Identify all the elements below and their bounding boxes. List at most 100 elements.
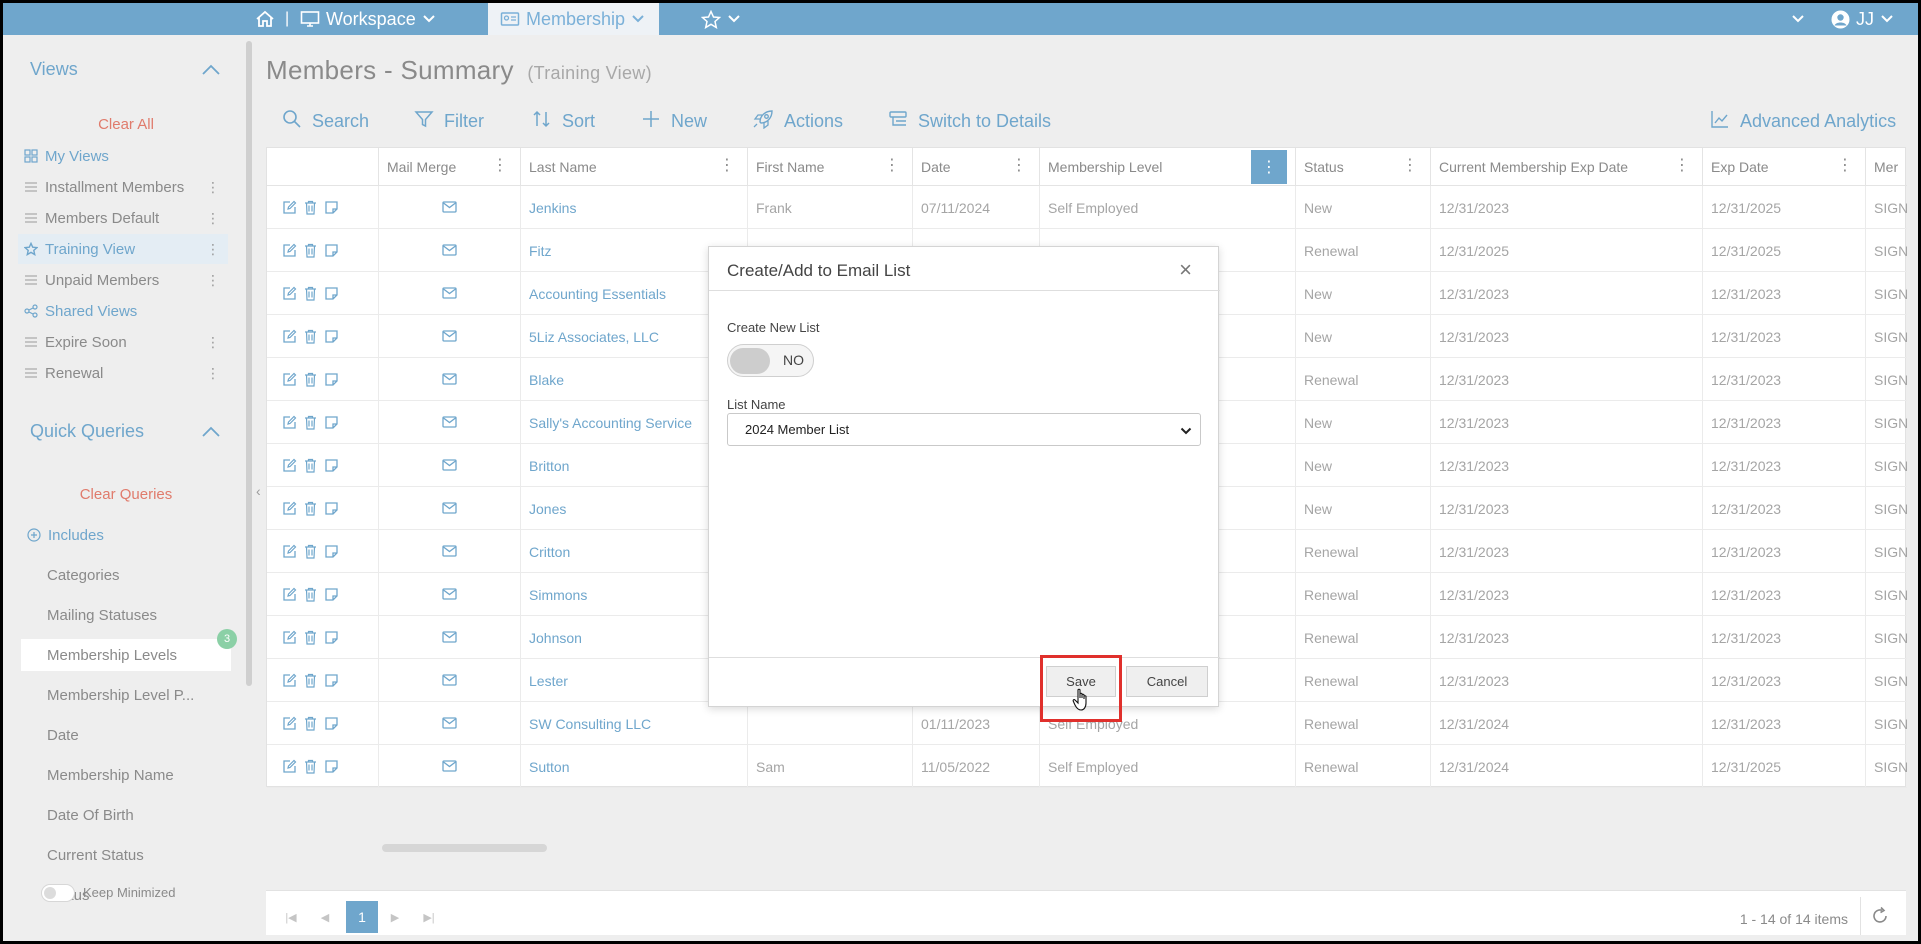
kebab-menu-icon[interactable]: ⋮	[492, 157, 508, 175]
new-button[interactable]: New	[641, 109, 707, 134]
trash-icon[interactable]	[302, 758, 319, 775]
trash-icon[interactable]	[302, 543, 319, 560]
query-item-date[interactable]: Date	[21, 719, 231, 751]
query-item-membership-level-p[interactable]: Membership Level P...	[21, 679, 231, 711]
note-icon[interactable]	[323, 586, 340, 603]
edit-icon[interactable]	[281, 285, 298, 302]
refresh-icon[interactable]	[1860, 897, 1898, 935]
views-heading[interactable]: Views	[30, 59, 78, 80]
envelope-icon[interactable]	[442, 501, 457, 517]
table-row[interactable]: Sutton Sam 11/05/2022 Self Employed Renewal 1…	[267, 745, 1907, 788]
column-header-current-membership-exp-date[interactable]: Current Membership Exp Date ⋮	[1431, 148, 1703, 186]
trash-icon[interactable]	[302, 586, 319, 603]
edit-icon[interactable]	[281, 629, 298, 646]
view-item-shared-views[interactable]: Shared Views	[18, 296, 228, 326]
note-icon[interactable]	[323, 457, 340, 474]
advanced-analytics-button[interactable]: Advanced Analytics	[1710, 109, 1896, 134]
note-icon[interactable]	[323, 371, 340, 388]
kebab-menu-icon[interactable]: ⋮	[206, 241, 220, 257]
kebab-menu-icon[interactable]: ⋮	[1011, 157, 1027, 175]
trash-icon[interactable]	[302, 199, 319, 216]
column-header-exp-date[interactable]: Exp Date ⋮	[1703, 148, 1866, 186]
note-icon[interactable]	[323, 758, 340, 775]
view-item-renewal[interactable]: Renewal ⋮	[18, 358, 228, 388]
note-icon[interactable]	[323, 629, 340, 646]
chevron-up-icon[interactable]	[201, 425, 221, 439]
edit-icon[interactable]	[281, 242, 298, 259]
clear-all-link[interactable]: Clear All	[3, 116, 249, 133]
envelope-icon[interactable]	[442, 630, 457, 646]
sort-button[interactable]: Sort	[532, 109, 595, 134]
workspace-menu[interactable]: Workspace	[300, 3, 436, 35]
kebab-menu-icon[interactable]: ⋮	[1402, 157, 1418, 175]
next-page-icon[interactable]: ▶	[379, 901, 411, 933]
edit-icon[interactable]	[281, 414, 298, 431]
note-icon[interactable]	[323, 199, 340, 216]
envelope-icon[interactable]	[442, 372, 457, 388]
query-item-categories[interactable]: Categories	[21, 559, 231, 591]
envelope-icon[interactable]	[442, 458, 457, 474]
table-row[interactable]: Jenkins Frank 07/11/2024 Self Employed New 12…	[267, 186, 1907, 229]
note-icon[interactable]	[323, 242, 340, 259]
envelope-icon[interactable]	[442, 329, 457, 345]
favorites-menu[interactable]	[701, 3, 741, 35]
column-header-membership-level[interactable]: Membership Level ⋮	[1040, 148, 1296, 186]
last-name-cell[interactable]: Jenkins	[521, 186, 748, 229]
last-page-icon[interactable]: ▶|	[413, 901, 445, 933]
switch-to-details-button[interactable]: Switch to Details	[888, 109, 1051, 134]
note-icon[interactable]	[323, 672, 340, 689]
edit-icon[interactable]	[281, 715, 298, 732]
chevron-up-icon[interactable]	[201, 63, 221, 77]
trash-icon[interactable]	[302, 414, 319, 431]
kebab-menu-icon[interactable]: ⋮	[1674, 157, 1690, 175]
kebab-menu-icon[interactable]: ⋮	[1837, 157, 1853, 175]
envelope-icon[interactable]	[442, 200, 457, 216]
kebab-menu-icon[interactable]: ⋮	[206, 334, 220, 350]
clear-queries-link[interactable]: Clear Queries	[3, 486, 249, 503]
membership-tab[interactable]: Membership	[488, 3, 660, 35]
kebab-menu-icon[interactable]: ⋮	[206, 179, 220, 195]
edit-icon[interactable]	[281, 500, 298, 517]
note-icon[interactable]	[323, 285, 340, 302]
edit-icon[interactable]	[281, 758, 298, 775]
view-item-training-view[interactable]: Training View ⋮	[18, 234, 228, 264]
kebab-menu-icon[interactable]: ⋮	[206, 210, 220, 226]
trash-icon[interactable]	[302, 629, 319, 646]
envelope-icon[interactable]	[442, 759, 457, 775]
kebab-menu-icon[interactable]: ⋮	[1251, 150, 1287, 184]
home-icon[interactable]	[255, 3, 275, 35]
note-icon[interactable]	[323, 500, 340, 517]
edit-icon[interactable]	[281, 199, 298, 216]
envelope-icon[interactable]	[442, 286, 457, 302]
quick-queries-heading[interactable]: Quick Queries	[30, 421, 144, 442]
first-page-icon[interactable]: |◀	[275, 901, 307, 933]
last-name-cell[interactable]: SW Consulting LLC	[521, 702, 748, 745]
note-icon[interactable]	[323, 414, 340, 431]
keep-minimized-toggle[interactable]	[41, 884, 75, 902]
kebab-menu-icon[interactable]: ⋮	[719, 157, 735, 175]
last-name-cell[interactable]: Sutton	[521, 745, 748, 788]
horizontal-scrollbar[interactable]	[382, 844, 547, 852]
view-item-installment-members[interactable]: Installment Members ⋮	[18, 172, 228, 202]
trash-icon[interactable]	[302, 371, 319, 388]
trash-icon[interactable]	[302, 457, 319, 474]
list-name-select[interactable]: 2024 Member List	[727, 413, 1201, 446]
create-new-list-toggle[interactable]: NO	[727, 344, 814, 377]
column-header-date[interactable]: Date ⋮	[913, 148, 1040, 186]
includes-item[interactable]: Includes	[21, 520, 231, 550]
user-menu[interactable]: JJ	[1831, 3, 1894, 35]
chevron-left-icon[interactable]: ‹	[256, 483, 261, 499]
close-icon[interactable]: ×	[1179, 257, 1192, 283]
envelope-icon[interactable]	[442, 243, 457, 259]
query-item-current-status[interactable]: Current Status	[21, 839, 231, 871]
edit-icon[interactable]	[281, 586, 298, 603]
my-views-item[interactable]: My Views	[18, 141, 228, 171]
prev-page-icon[interactable]: ◀	[309, 901, 341, 933]
view-item-members-default[interactable]: Members Default ⋮	[18, 203, 228, 233]
actions-button[interactable]: Actions	[752, 109, 843, 134]
column-header-first-name[interactable]: First Name ⋮	[748, 148, 913, 186]
edit-icon[interactable]	[281, 672, 298, 689]
query-item-mailing-statuses[interactable]: Mailing Statuses	[21, 599, 231, 631]
cancel-button[interactable]: Cancel	[1126, 666, 1208, 697]
edit-icon[interactable]	[281, 328, 298, 345]
